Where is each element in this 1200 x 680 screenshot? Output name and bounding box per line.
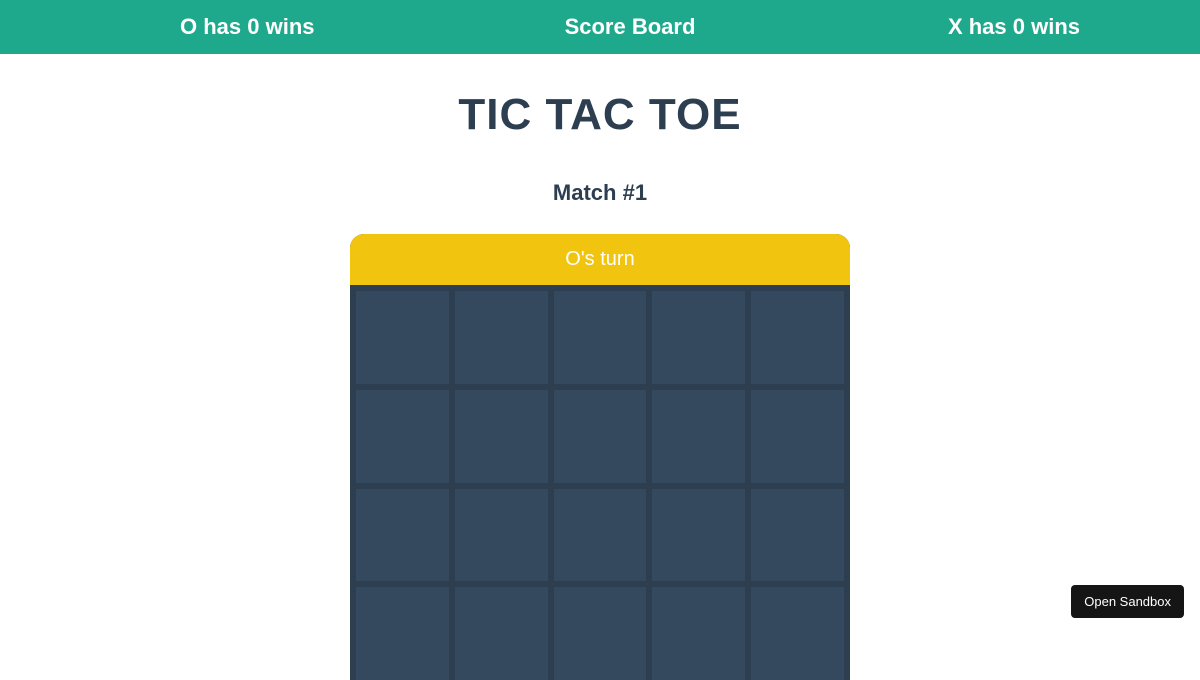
o-wins-count: O has 0 wins <box>40 14 480 40</box>
game-title: TIC TAC TOE <box>458 90 741 140</box>
cell-2-4[interactable] <box>751 489 844 582</box>
cell-1-4[interactable] <box>751 390 844 483</box>
cell-1-2[interactable] <box>554 390 647 483</box>
cell-2-2[interactable] <box>554 489 647 582</box>
main-content: TIC TAC TOE Match #1 O's turn <box>0 54 1200 680</box>
cell-0-3[interactable] <box>652 291 745 384</box>
cell-0-1[interactable] <box>455 291 548 384</box>
cell-0-0[interactable] <box>356 291 449 384</box>
cell-2-0[interactable] <box>356 489 449 582</box>
cell-3-4[interactable] <box>751 587 844 680</box>
open-sandbox-button[interactable]: Open Sandbox <box>1071 585 1184 618</box>
cell-3-1[interactable] <box>455 587 548 680</box>
cell-1-1[interactable] <box>455 390 548 483</box>
scoreboard: O has 0 wins Score Board X has 0 wins <box>0 0 1200 54</box>
cell-0-4[interactable] <box>751 291 844 384</box>
grid <box>350 285 850 680</box>
cell-2-3[interactable] <box>652 489 745 582</box>
cell-3-2[interactable] <box>554 587 647 680</box>
cell-0-2[interactable] <box>554 291 647 384</box>
cell-3-3[interactable] <box>652 587 745 680</box>
cell-3-0[interactable] <box>356 587 449 680</box>
match-number: Match #1 <box>553 180 647 206</box>
turn-indicator: O's turn <box>350 234 850 285</box>
x-wins-count: X has 0 wins <box>780 14 1160 40</box>
cell-1-0[interactable] <box>356 390 449 483</box>
cell-1-3[interactable] <box>652 390 745 483</box>
game-board: O's turn <box>350 234 850 680</box>
scoreboard-title: Score Board <box>480 14 780 40</box>
cell-2-1[interactable] <box>455 489 548 582</box>
